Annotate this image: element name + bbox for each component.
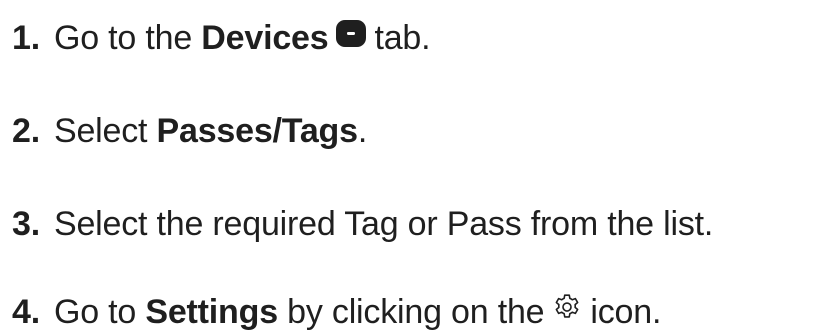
step-text: Select the required Tag or Pass from the…: [53, 204, 714, 243]
step-number: 3.: [12, 204, 40, 243]
step-text: Select: [53, 111, 157, 150]
step-number: 2.: [12, 111, 40, 150]
step-text: tab.: [374, 18, 431, 57]
step-4: 4. Go to Settings by clicking on the ico…: [12, 288, 661, 336]
gear-icon: [552, 292, 582, 322]
step-1: 1. Go to the Devices tab.: [12, 14, 431, 62]
step-number: 4.: [12, 292, 40, 331]
step-number: 1.: [12, 18, 40, 57]
step-text: .: [357, 111, 368, 150]
device-tab-icon: [336, 19, 367, 47]
step-bold-text: Settings: [145, 292, 278, 331]
step-2: 2. Select Passes/Tags .: [12, 107, 367, 155]
step-text: Go to: [53, 292, 146, 331]
step-text: Go to the: [53, 18, 202, 57]
step-text: by clicking on the: [277, 292, 545, 331]
step-bold-text: Devices: [201, 18, 329, 57]
step-text: icon.: [590, 292, 662, 331]
step-bold-text: Passes/Tags: [156, 111, 359, 150]
step-3: 3. Select the required Tag or Pass from …: [12, 200, 713, 248]
